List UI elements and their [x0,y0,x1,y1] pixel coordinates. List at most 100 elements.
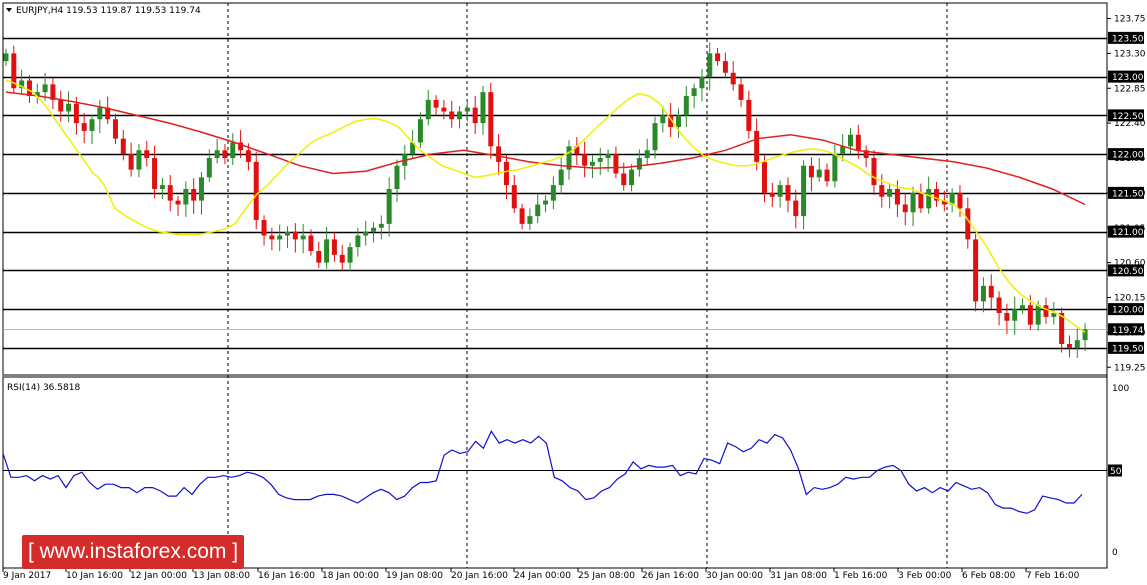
candle-body [754,130,760,162]
candle-body [128,154,134,170]
candle-body [26,80,32,96]
candle-body [308,235,314,251]
candle-body [918,192,924,209]
candle-body [300,235,306,240]
rsi-tick-label: 0 [1112,548,1118,558]
level-price-label: 119.50 [1112,344,1144,354]
candle-body [285,231,291,236]
candle-body [425,99,431,120]
candle-body [1043,305,1049,317]
candle-body [855,134,861,151]
candle-body [1012,309,1018,321]
candle-body [582,154,588,166]
candle-body [636,158,642,170]
level-price-label: 123.50 [1112,34,1144,44]
candle-body [472,107,478,124]
price-tick-label: 122.85 [1114,84,1146,94]
candle-body [449,111,455,120]
candle-body [245,150,251,162]
candle-body [3,53,9,62]
candle-body [589,161,595,166]
candle-body [136,150,142,170]
candle-body [988,285,994,298]
candle-body [816,169,822,178]
candle-body [222,150,228,158]
candle-body [848,134,854,147]
candle-body [996,297,1002,313]
time-tick-label: 25 Jan 08:00 [578,571,635,581]
candle-body [535,204,541,217]
candle-body [808,165,814,178]
candle-body [214,150,220,158]
time-tick-label: 20 Jan 16:00 [451,571,508,581]
candle-body [120,138,126,155]
candle-body [722,61,728,73]
candle-body [605,154,611,158]
price-tick-label: 123.75 [1114,15,1146,25]
candle-body [871,158,877,186]
candle-body [66,103,72,112]
candle-body [488,92,494,147]
candle-body [503,161,509,186]
price-tick-label: 119.25 [1114,363,1146,373]
time-tick-label: 9 Jan 2017 [3,571,51,581]
candle-body [613,154,619,174]
candle-body [910,192,916,213]
level-price-label: 121.00 [1112,228,1144,238]
candle-body [652,123,658,151]
time-tick-label: 12 Jan 00:00 [130,571,187,581]
candle-body [386,189,392,224]
candle-body [355,235,361,248]
rsi-tick-label: 100 [1112,384,1129,394]
candle-body [793,200,799,217]
candle-body [191,189,197,201]
candle-body [777,185,783,197]
candle-body [644,150,650,158]
candle-body [715,53,721,62]
candle-body [167,185,173,201]
candle-body [89,119,95,131]
candle-body [894,189,900,205]
level-price-label: 122.50 [1112,112,1144,122]
time-tick-label: 1 Feb 16:00 [834,571,888,581]
candle-body [785,185,791,201]
level-price-boxes: 123.50 123.00 122.50 122.00 121.50 121.00 120.… [1108,31,1144,354]
candle-body [1066,344,1072,348]
time-tick-label: 24 Jan 00:00 [514,571,571,581]
candle-body [824,169,830,182]
level-price-label: 121.50 [1112,189,1144,199]
candle-body [316,251,322,263]
candle-body [175,200,181,205]
candle-body [347,247,353,263]
candle-body [543,200,549,205]
candle-body [558,169,564,186]
candle-body [112,119,118,139]
candle-body [159,185,165,189]
candle-body [378,223,384,228]
candle-body [81,123,87,131]
candle-body [371,227,377,232]
level-price-label: 119.74 [1112,326,1144,336]
candle-body [980,285,986,302]
candle-body [324,239,330,263]
candle-body [832,154,838,182]
time-tick-label: 3 Feb 00:00 [898,571,952,581]
rsi-header: RSI(14) 36.5818 [7,383,80,393]
time-tick-label: 31 Jan 08:00 [770,571,827,581]
candle-body [902,204,908,213]
time-axis-labels: 9 Jan 2017 10 Jan 16:00 12 Jan 00:00 13 Jan… [2,568,1080,581]
candle-body [730,72,736,85]
candle-body [691,88,697,96]
candle-body [457,111,463,120]
candle-body [973,239,979,302]
time-tick-label: 19 Jan 08:00 [386,571,443,581]
candle-body [183,189,189,205]
candle-body [42,84,48,93]
candle-body [1027,305,1033,325]
candle-body [527,216,533,224]
candle-body [441,107,447,112]
candle-body [769,192,775,197]
time-tick-label: 6 Feb 08:00 [962,571,1016,581]
candle-body [597,158,603,162]
candle-body [887,189,893,197]
